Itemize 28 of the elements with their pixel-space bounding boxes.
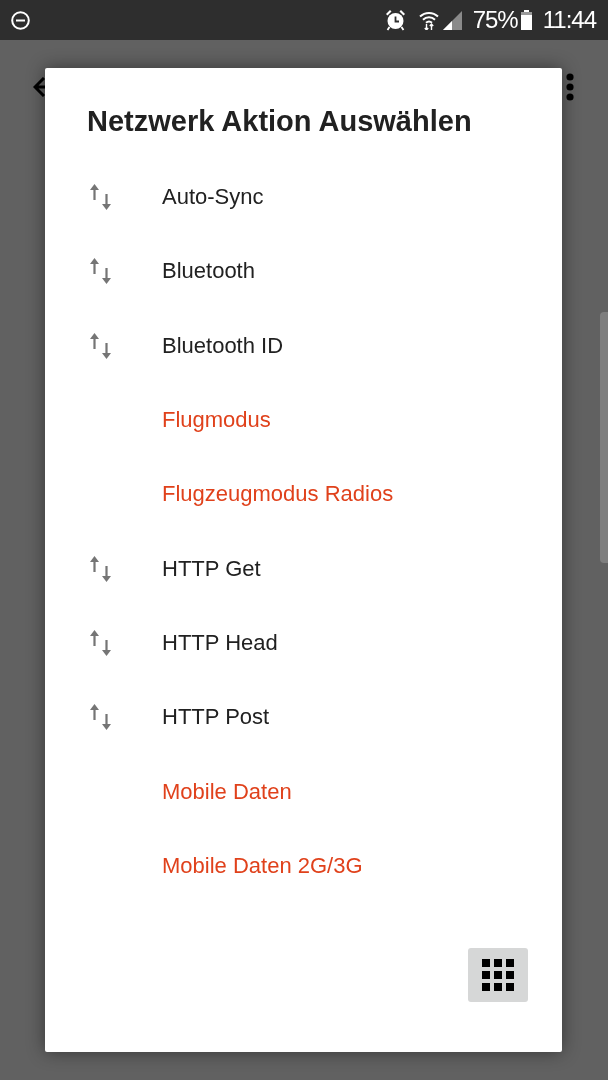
action-list-item[interactable]: HTTP Head (45, 605, 562, 681)
up-down-arrows-icon (90, 555, 112, 582)
signal-icon (442, 10, 462, 30)
up-down-arrows-icon (90, 258, 112, 285)
action-list-item[interactable]: HTTP Post (45, 680, 562, 755)
battery-icon (520, 10, 532, 30)
battery-percentage: 75% (472, 6, 518, 34)
grid-icon (482, 958, 514, 991)
minus-circle-icon (11, 10, 30, 30)
clock-time: 11:44 (542, 6, 596, 34)
action-list-item[interactable]: Flugzeugmodus Radios (45, 457, 562, 532)
up-down-arrows-icon (90, 629, 112, 656)
alarm-clock-icon (384, 9, 406, 31)
action-list-item[interactable]: Bluetooth ID (45, 308, 562, 383)
back-arrow-icon[interactable] (33, 77, 45, 97)
up-down-arrows-icon (90, 184, 112, 211)
action-list-item[interactable]: Auto-Sync (45, 160, 562, 235)
action-list-item[interactable]: Mobile Daten (45, 754, 562, 829)
wifi-icon (418, 10, 439, 30)
overflow-menu-icon[interactable] (566, 73, 574, 101)
action-list-item[interactable]: Flugmodus (45, 382, 562, 458)
action-list-item[interactable]: Mobile Daten 2G/3G (45, 828, 562, 903)
up-down-arrows-icon (90, 704, 112, 731)
grid-button[interactable] (468, 947, 528, 1002)
action-list-item[interactable]: Bluetooth (45, 234, 562, 309)
up-down-arrows-icon (90, 332, 112, 359)
dialog-title: Netzwerk Aktion Auswählen (87, 104, 473, 139)
action-list-item[interactable]: HTTP Get (45, 531, 562, 606)
